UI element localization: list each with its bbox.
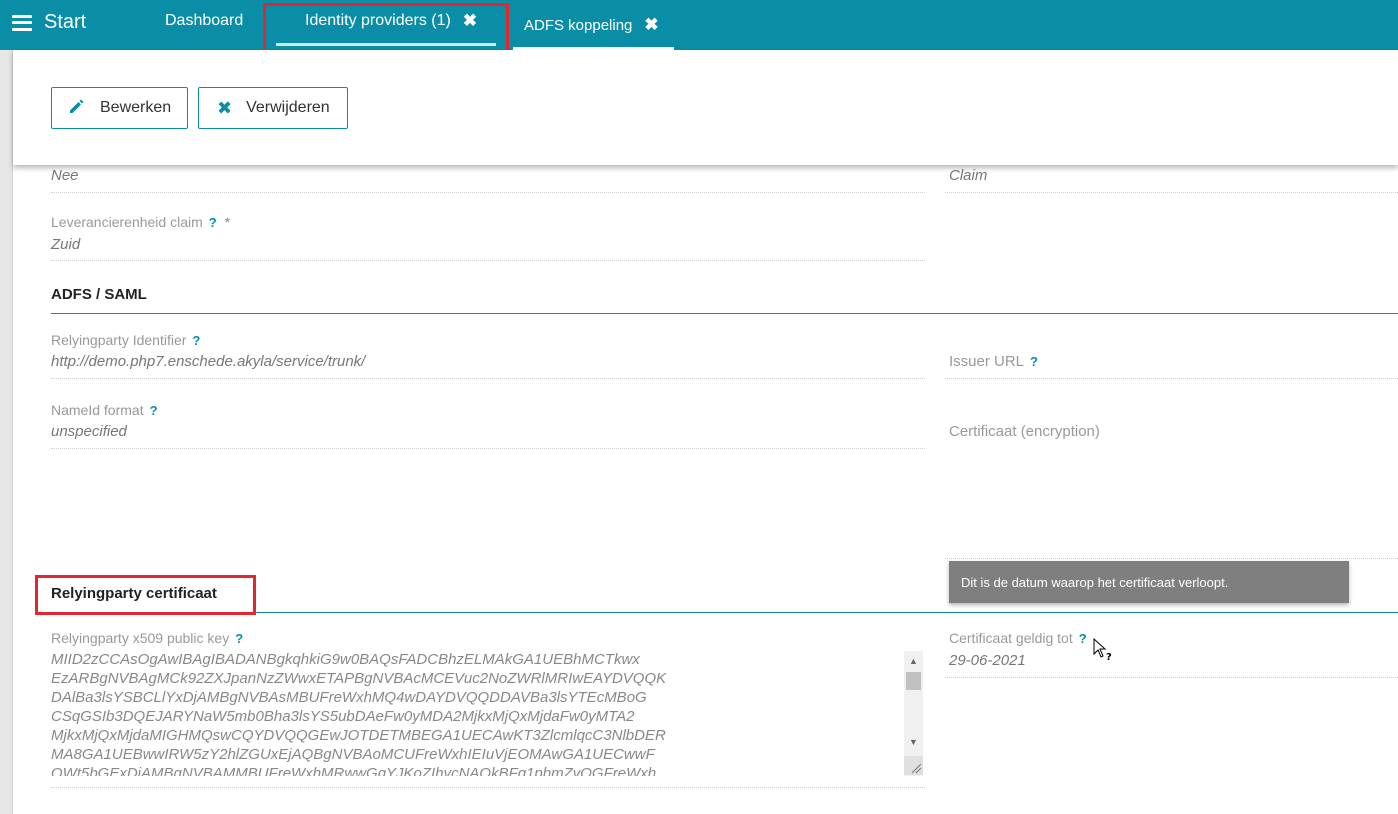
brand-label: Start [44, 11, 87, 33]
divider [51, 787, 925, 788]
help-icon[interactable]: ? [235, 631, 243, 646]
x509-key-textarea[interactable]: MIID2zCCAsOgAwIBAgIBADANBgkqhkiG9w0BAQsF… [51, 650, 924, 776]
scroll-up-icon[interactable]: ▲ [909, 656, 918, 666]
supplier-claim-label: Leverancierenheid claim? * [51, 214, 230, 230]
nameid-format-label-text: NameId format [51, 402, 144, 418]
divider [945, 192, 1398, 193]
left-gutter [0, 50, 13, 814]
x509-key-label: Relyingparty x509 public key? [51, 630, 243, 646]
divider [51, 260, 925, 261]
issuer-url-label-text: Issuer URL [949, 353, 1025, 370]
issuer-url-label: Issuer URL? [949, 353, 1038, 370]
divider [51, 378, 925, 379]
tab-adfs-koppeling[interactable]: ADFS koppeling ✖ [513, 0, 674, 50]
edit-button[interactable]: Bewerken [51, 87, 188, 129]
tab-adfs-koppeling-label: ADFS koppeling [524, 16, 633, 34]
edit-button-label: Bewerken [100, 99, 172, 116]
certificate-valid-until-value: 29-06-2021 [949, 652, 1026, 669]
delete-button[interactable]: ✖ Verwijderen [198, 87, 348, 129]
x509-key-value: MIID2zCCAsOgAwIBAgIBADANBgkqhkiG9w0BAQsF… [51, 651, 667, 776]
relyingparty-identifier-value: http://demo.php7.enschede.akyla/service/… [51, 353, 366, 370]
divider [51, 448, 925, 449]
help-icon[interactable]: ? [192, 333, 200, 348]
help-cursor-icon: ? [1093, 637, 1115, 667]
relyingparty-identifier-label-text: Relyingparty Identifier [51, 332, 187, 348]
pencil-icon [68, 97, 86, 120]
section-title-adfs: ADFS / SAML [51, 286, 147, 303]
section-divider [51, 313, 1398, 314]
nameid-format-label: NameId format? [51, 402, 158, 418]
help-icon[interactable]: ? [209, 215, 217, 230]
supplier-claim-value: Zuid [51, 236, 81, 253]
relyingparty-identifier-label: Relyingparty Identifier? [51, 332, 200, 348]
tab-dashboard[interactable]: Dashboard [165, 0, 243, 46]
help-icon[interactable]: ? [1079, 631, 1087, 646]
close-icon[interactable]: ✖ [644, 15, 658, 35]
scroll-down-icon[interactable]: ▼ [909, 737, 918, 747]
certificate-valid-until-label: Certificaat geldig tot? [949, 630, 1087, 646]
start-menu-button[interactable]: Start [12, 11, 86, 34]
highlight-box-section [35, 575, 256, 615]
help-icon[interactable]: ? [150, 403, 158, 418]
help-icon[interactable]: ? [1030, 354, 1038, 369]
divider [945, 558, 1398, 559]
divider [945, 677, 1398, 678]
top-navigation-bar: Start Dashboard Identity providers (1) ✖… [0, 0, 1398, 50]
delete-button-label: Verwijderen [246, 99, 330, 116]
supplier-claim-label-text: Leverancierenheid claim [51, 214, 203, 230]
x509-key-label-text: Relyingparty x509 public key [51, 630, 230, 646]
certificate-encryption-label: Certificaat (encryption) [949, 423, 1100, 440]
resize-handle-icon[interactable] [904, 756, 923, 775]
field-value: Nee [51, 167, 79, 184]
required-marker: * [224, 214, 231, 230]
hamburger-icon [12, 14, 32, 31]
divider [945, 378, 1398, 379]
scrollbar-thumb[interactable] [906, 672, 921, 690]
field-value: Claim [949, 167, 988, 184]
certificate-valid-until-label-text: Certificaat geldig tot [949, 630, 1073, 646]
tooltip: Dit is de datum waarop het certificaat v… [949, 561, 1349, 603]
section-divider [256, 612, 1398, 613]
close-icon: ✖ [217, 97, 233, 118]
divider [51, 192, 925, 193]
nameid-format-value: unspecified [51, 423, 127, 440]
tab-dashboard-label: Dashboard [165, 12, 244, 29]
action-panel: Bewerken ✖ Verwijderen [13, 50, 1398, 165]
svg-text:?: ? [1106, 652, 1112, 662]
